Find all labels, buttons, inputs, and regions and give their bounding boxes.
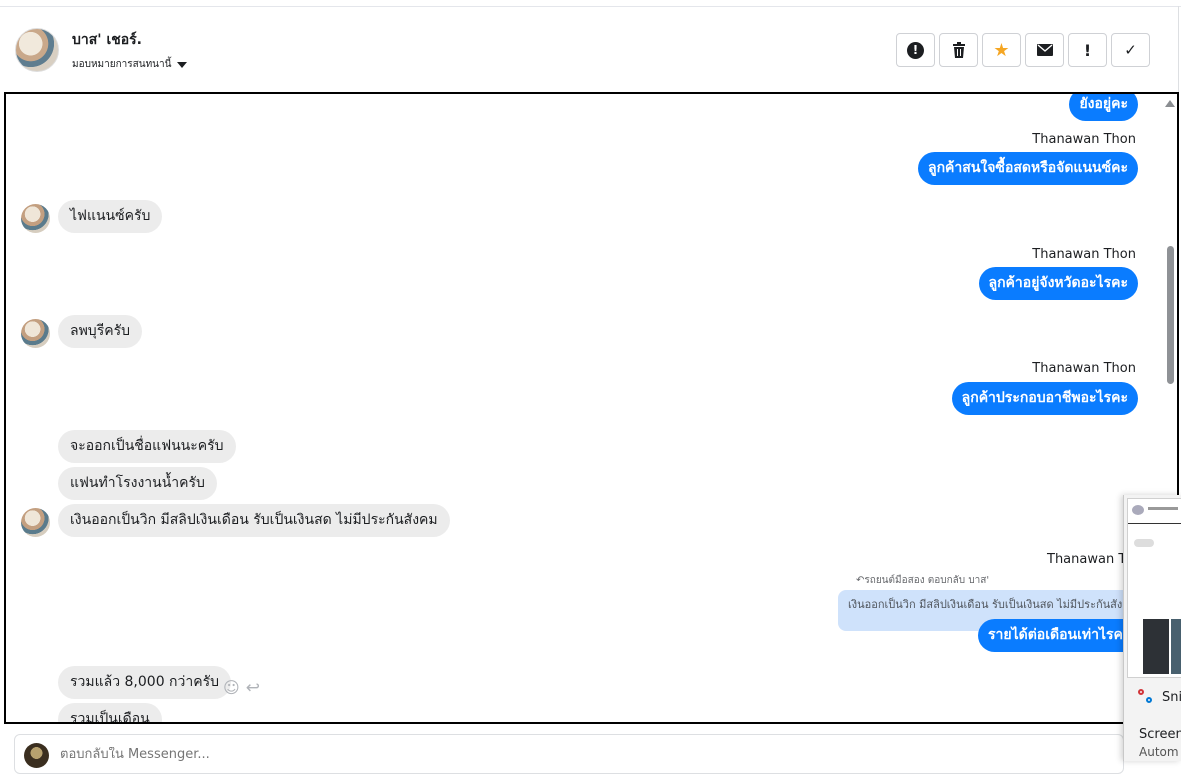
alert-circle-icon: ! [907, 41, 924, 59]
sender-name: Thanawan Thon [1032, 361, 1136, 376]
scrollbar-thumb[interactable] [1167, 246, 1174, 384]
outgoing-message[interactable]: รายได้ต่อเดือนเท่าไรคะ [978, 619, 1141, 652]
incoming-message[interactable]: เงินออกเป็นวิก มีสลิปเงินเดือน รับเป็นเง… [58, 504, 450, 537]
scroll-up-arrow-icon[interactable] [1165, 100, 1175, 107]
page-avatar [24, 743, 49, 768]
caret-down-icon [177, 61, 188, 68]
outgoing-message[interactable]: ลูกค้าสนใจซื้อสดหรือจัดแนนซ์คะ [918, 152, 1138, 185]
reply-label-text: รถยนต์มือสอง ตอบกลับ บาส' [864, 575, 990, 586]
star-button[interactable]: ★ [982, 33, 1021, 67]
message-actions: ☺ ↩ [223, 678, 260, 698]
snipping-tool-icon [1138, 689, 1154, 705]
outgoing-message[interactable]: ลูกค้าอยู่จังหวัดอะไรคะ [978, 267, 1138, 300]
incoming-message[interactable]: จะออกเป็นชื่อแฟนนะครับ [58, 430, 236, 463]
incoming-message[interactable]: รวมแล้ว 8,000 กว่าครับ [58, 666, 232, 699]
checkmark-icon: ✓ [1124, 41, 1137, 59]
envelope-icon [1036, 44, 1053, 56]
sender-name: Thanawan Thon [1032, 247, 1136, 262]
message-composer[interactable] [14, 734, 1124, 774]
report-button[interactable]: ! [896, 33, 935, 67]
reply-context-label: ↶รถยนต์มือสอง ตอบกลับ บาส' [856, 573, 989, 588]
snip-app-name: Snip [1162, 689, 1181, 705]
assign-conversation-dropdown[interactable]: มอบหมายการสนทนานี้ [72, 57, 188, 72]
sender-name: Thanawan Thon [1032, 132, 1136, 147]
contact-avatar-small [21, 319, 50, 348]
emoji-reaction-icon[interactable]: ☺ [223, 678, 240, 698]
incoming-message[interactable]: รวมเป็นเดือน [58, 703, 162, 722]
message-thread[interactable]: ยังอยู่คะ Thanawan Thon ลูกค้าสนใจซื้อสด… [4, 92, 1179, 724]
outgoing-message[interactable]: ยังอยู่คะ [1069, 94, 1138, 121]
delete-button[interactable] [939, 33, 978, 67]
exclamation-icon: ! [1083, 40, 1092, 60]
snip-subtitle: Autom [1139, 745, 1179, 759]
star-icon: ★ [993, 39, 1010, 61]
contact-name[interactable]: บาส' เชอร์. [72, 29, 142, 51]
mark-done-button[interactable]: ✓ [1111, 33, 1150, 67]
snip-title: Screen [1139, 727, 1181, 742]
snip-notification-popup[interactable]: Snip Screen Autom [1123, 495, 1181, 761]
reply-input[interactable] [60, 747, 960, 762]
contact-avatar-small [21, 508, 50, 537]
incoming-message[interactable]: แฟนทำโรงงานน้ำครับ [58, 467, 217, 500]
contact-avatar[interactable] [15, 28, 59, 72]
trash-icon [952, 42, 965, 58]
incoming-message[interactable]: ลพบุรีครับ [58, 315, 142, 348]
contact-avatar-small [21, 204, 50, 233]
screenshot-thumbnail[interactable] [1127, 498, 1181, 678]
conversation-header: บาส' เชอร์. มอบหมายการสนทนานี้ ! ★ ! ✓ [0, 7, 1181, 92]
assign-label: มอบหมายการสนทนานี้ [72, 59, 172, 70]
mark-important-button[interactable]: ! [1068, 33, 1107, 67]
snip-app-row: Snip [1138, 689, 1181, 705]
outgoing-message[interactable]: ลูกค้าประกอบอาชีพอะไรคะ [951, 382, 1138, 415]
reply-icon[interactable]: ↩ [246, 678, 260, 698]
header-actions: ! ★ ! ✓ [896, 33, 1150, 67]
mail-button[interactable] [1025, 33, 1064, 67]
incoming-message[interactable]: ไฟแนนซ์ครับ [58, 200, 163, 233]
